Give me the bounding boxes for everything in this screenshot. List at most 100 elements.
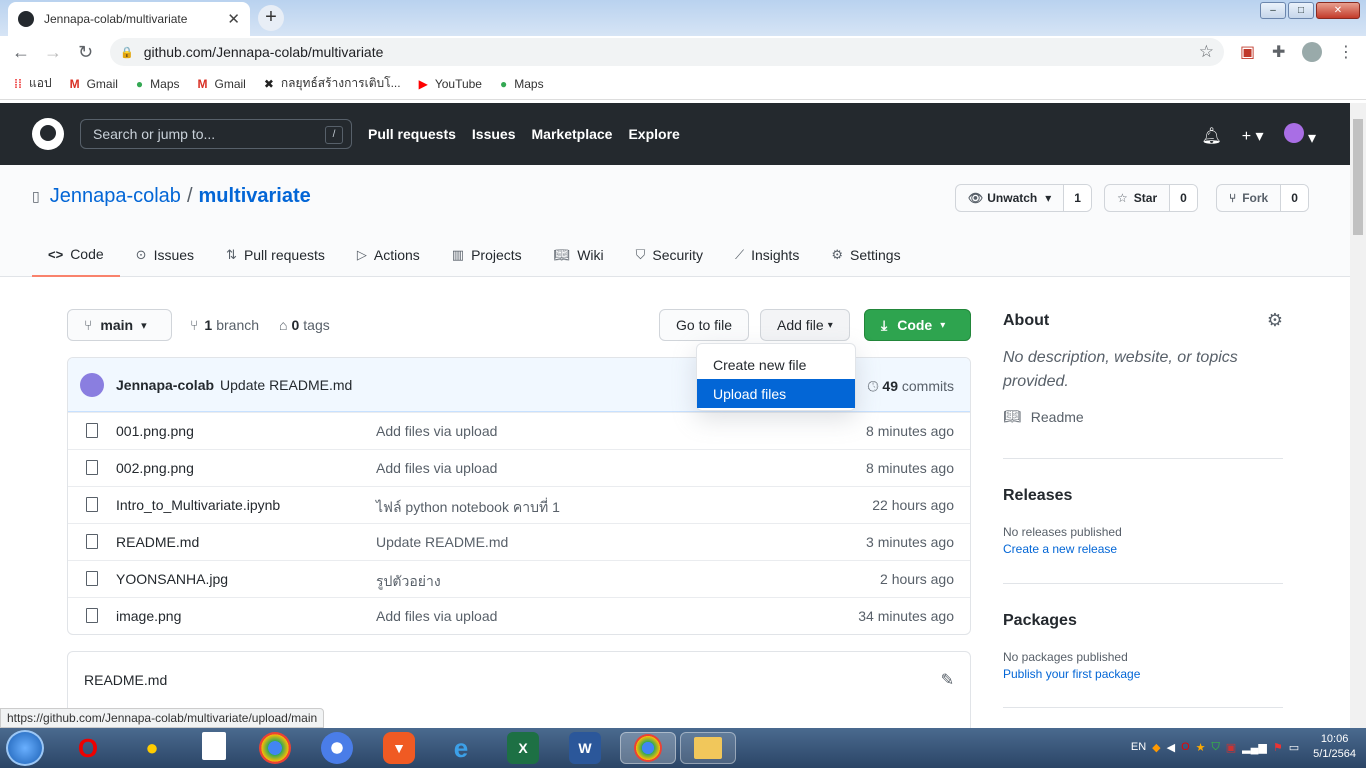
bookmark-gmail[interactable]: M Gmail: [70, 77, 118, 91]
fork-button[interactable]: ⑂ Fork 0: [1216, 184, 1309, 212]
tab-issues[interactable]: ⊙ Issues: [120, 233, 210, 277]
file-name[interactable]: image.png: [116, 608, 181, 624]
bell-icon[interactable]: 🔔︎: [1201, 126, 1221, 146]
file-name[interactable]: 001.png.png: [116, 423, 194, 439]
minimize-button[interactable]: –: [1260, 2, 1286, 19]
watch-count[interactable]: 1: [1064, 185, 1091, 211]
gear-icon[interactable]: ⚙: [1267, 310, 1283, 331]
bookmark-youtube[interactable]: ▶ YouTube: [419, 77, 482, 91]
file-commit-message[interactable]: Add files via upload: [376, 460, 497, 476]
fork-count[interactable]: 0: [1281, 185, 1308, 211]
chromium-icon[interactable]: [321, 732, 353, 764]
user-menu[interactable]: ▾: [1283, 123, 1316, 148]
commit-count-link[interactable]: 🕓︎ 49 commits: [867, 378, 954, 395]
plus-dropdown-icon[interactable]: + ▾: [1242, 126, 1264, 146]
create-release-link[interactable]: Create a new release: [1003, 542, 1283, 556]
releases-heading[interactable]: Releases: [1003, 487, 1283, 505]
page-scrollbar[interactable]: [1350, 103, 1366, 728]
tray-app-icon[interactable]: ▣: [1226, 741, 1236, 754]
github-logo-icon[interactable]: [32, 118, 64, 150]
watch-button[interactable]: 👁︎ Unwatch ▾ 1: [955, 184, 1092, 212]
word-icon[interactable]: W: [569, 732, 601, 764]
scrollbar-thumb[interactable]: [1353, 119, 1363, 235]
bookmark-apps[interactable]: ⁞⁞ แอป: [14, 74, 52, 93]
brave-icon[interactable]: ▼: [383, 732, 415, 764]
star-tray-icon[interactable]: ★: [1196, 741, 1206, 754]
create-new-file-menu-item[interactable]: Create new file: [697, 350, 855, 379]
tab-security[interactable]: ⛉ Security: [620, 233, 719, 277]
shield-icon[interactable]: ⛉: [1212, 741, 1220, 754]
start-button[interactable]: [6, 730, 44, 766]
commit-message[interactable]: Update README.md: [220, 377, 352, 393]
pencil-icon[interactable]: ✎: [941, 670, 954, 690]
volume-icon[interactable]: ◀: [1167, 741, 1175, 754]
readme-link[interactable]: 📖︎ Readme: [1003, 408, 1283, 425]
tab-pull-requests[interactable]: ⇅ Pull requests: [210, 233, 341, 277]
repo-name-link[interactable]: multivariate: [199, 185, 311, 208]
code-download-button[interactable]: ⤓ Code ▾: [864, 309, 971, 341]
back-icon[interactable]: ←: [12, 42, 30, 63]
publish-package-link[interactable]: Publish your first package: [1003, 667, 1283, 681]
tray-app-icon[interactable]: ◆: [1152, 741, 1160, 754]
browser-tab[interactable]: Jennapa-colab/multivariate ✕: [8, 2, 250, 36]
tab-insights[interactable]: ⟋ Insights: [719, 233, 815, 277]
branches-link[interactable]: ⑂ 1 branch: [190, 317, 259, 333]
language-indicator[interactable]: EN: [1131, 741, 1146, 753]
maximize-button[interactable]: □: [1288, 2, 1314, 19]
chrome-icon[interactable]: [259, 732, 291, 764]
bookmark-gmail-2[interactable]: M Gmail: [198, 77, 246, 91]
chrome-taskbar-active[interactable]: [620, 732, 676, 764]
file-name[interactable]: YOONSANHA.jpg: [116, 571, 228, 587]
file-explorer-icon[interactable]: [680, 732, 736, 764]
reload-icon[interactable]: ↻: [78, 42, 93, 63]
file-name[interactable]: Intro_to_Multivariate.ipynb: [116, 497, 280, 513]
nav-pull-requests[interactable]: Pull requests: [368, 126, 456, 142]
tab-code[interactable]: <> Code: [32, 233, 120, 277]
file-name[interactable]: README.md: [116, 534, 199, 550]
file-name[interactable]: 002.png.png: [116, 460, 194, 476]
internet-explorer-icon[interactable]: e: [445, 732, 477, 764]
forward-icon[interactable]: →: [44, 42, 62, 63]
opera-tray-icon[interactable]: O: [1181, 741, 1190, 753]
file-commit-message[interactable]: Update README.md: [376, 534, 508, 550]
opera-icon[interactable]: O: [72, 732, 104, 764]
go-to-file-button[interactable]: Go to file: [659, 309, 750, 341]
pacman-icon[interactable]: ●: [136, 732, 168, 764]
tags-link[interactable]: ⌂ 0 tags: [279, 317, 330, 333]
nav-explore[interactable]: Explore: [628, 126, 679, 142]
file-commit-message[interactable]: รูปตัวอย่าง: [376, 571, 441, 593]
add-file-button[interactable]: Add file ▾: [760, 309, 850, 341]
extension-icon[interactable]: ▣: [1240, 42, 1255, 62]
close-tab-icon[interactable]: ✕: [227, 10, 240, 28]
battery-icon[interactable]: ▭: [1289, 741, 1299, 754]
file-commit-message[interactable]: ไฟล์ python notebook คาบที่ 1: [376, 497, 560, 519]
tab-wiki[interactable]: 📖︎ Wiki: [538, 233, 620, 277]
menu-icon[interactable]: ⋮: [1338, 42, 1354, 62]
file-commit-message[interactable]: Add files via upload: [376, 423, 497, 439]
network-signal-icon[interactable]: ▂▄▆: [1242, 741, 1267, 754]
new-tab-button[interactable]: +: [258, 5, 284, 31]
flag-icon[interactable]: ⚑: [1273, 741, 1283, 754]
tab-actions[interactable]: ▷ Actions: [341, 233, 436, 277]
bookmark-maps-2[interactable]: ● Maps: [500, 77, 544, 91]
commit-author[interactable]: Jennapa-colab: [116, 377, 214, 393]
upload-files-menu-item[interactable]: Upload files: [697, 379, 855, 408]
excel-icon[interactable]: X: [507, 732, 539, 764]
search-input[interactable]: Search or jump to... /: [80, 119, 352, 149]
star-count[interactable]: 0: [1170, 185, 1197, 211]
file-commit-message[interactable]: Add files via upload: [376, 608, 497, 624]
nav-issues[interactable]: Issues: [472, 126, 516, 142]
clock[interactable]: 10:06 5/1/2564: [1313, 732, 1356, 762]
address-bar[interactable]: 🔒 github.com/Jennapa-colab/multivariate …: [110, 38, 1224, 66]
repo-owner-link[interactable]: Jennapa-colab: [50, 185, 181, 208]
puzzle-icon[interactable]: ✚: [1272, 42, 1285, 62]
branch-select-button[interactable]: ⑂ main ▾: [67, 309, 172, 341]
nav-marketplace[interactable]: Marketplace: [532, 126, 613, 142]
star-button[interactable]: ☆ Star 0: [1104, 184, 1198, 212]
bookmark-maps[interactable]: ● Maps: [136, 77, 180, 91]
bookmark-star-icon[interactable]: ☆: [1199, 42, 1214, 62]
close-window-button[interactable]: ✕: [1316, 2, 1360, 19]
document-icon[interactable]: [202, 732, 226, 760]
packages-heading[interactable]: Packages: [1003, 612, 1283, 630]
tab-projects[interactable]: ▥ Projects: [436, 233, 538, 277]
